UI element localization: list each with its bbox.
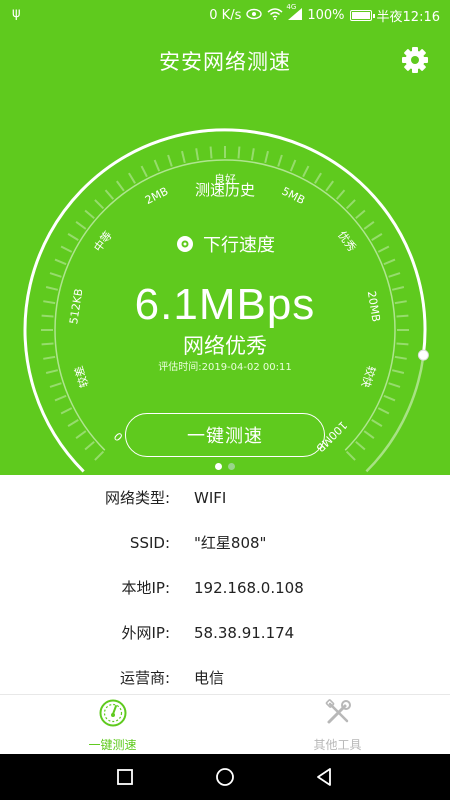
tools-icon xyxy=(323,698,353,732)
gauge-tick xyxy=(75,220,87,230)
back-icon[interactable] xyxy=(313,765,337,789)
gauge-tick xyxy=(209,146,213,159)
info-row-public-ip: 外网IP: 58.38.91.174 xyxy=(0,610,450,655)
info-key: 外网IP: xyxy=(121,624,170,642)
page-dot-1[interactable] xyxy=(215,463,222,470)
gauge-tick xyxy=(54,394,67,402)
gauge-tick xyxy=(345,450,356,461)
gauge-tick xyxy=(355,440,366,451)
tab-other-tools[interactable]: 其他工具 xyxy=(225,695,450,755)
info-key: 网络类型: xyxy=(104,489,170,507)
gauge-tick xyxy=(388,382,401,388)
download-speed-label-row: 下行速度 xyxy=(0,231,450,257)
gauge-tick xyxy=(94,199,105,210)
system-nav-bar xyxy=(0,754,450,800)
gauge-tick xyxy=(377,407,390,415)
gauge-tick xyxy=(302,165,310,178)
info-value: 58.38.91.174 xyxy=(194,623,295,642)
gauge-tick xyxy=(153,159,161,172)
gauge-tick xyxy=(75,430,87,440)
gauge-tick xyxy=(84,209,95,220)
info-value: "红星808" xyxy=(194,534,267,552)
gauge-tick xyxy=(371,419,383,427)
info-key: 本地IP: xyxy=(121,579,170,597)
evaluation-time: 评估时间:2019-04-02 00:11 xyxy=(158,362,292,373)
gauge-tick xyxy=(195,148,200,161)
home-icon[interactable] xyxy=(213,765,237,789)
page-indicator xyxy=(0,463,450,470)
info-row-ssid: SSID: "红星808" xyxy=(0,520,450,565)
gauge-tick xyxy=(363,430,375,440)
bottom-tab-bar: 一键测速 其他工具 xyxy=(0,694,450,754)
download-speed-label: 下行速度 xyxy=(203,235,275,256)
gauge-tick xyxy=(363,220,375,230)
speed-value: 6.1MBps xyxy=(134,280,316,329)
gauge-tick xyxy=(388,272,401,278)
gauge-tick xyxy=(383,394,396,402)
gauge-tick xyxy=(277,154,283,167)
info-value: 电信 xyxy=(194,669,225,687)
gauge-tick xyxy=(355,209,366,220)
info-row-network-type: 网络类型: WIFI xyxy=(0,475,450,520)
download-icon xyxy=(175,234,195,254)
tab-speed-test[interactable]: 一键测速 xyxy=(0,695,225,755)
gauge-tick xyxy=(237,146,241,159)
gauge-tick xyxy=(181,150,186,164)
gauge-tick xyxy=(289,159,297,172)
network-quality: 网络优秀 xyxy=(183,334,267,358)
gauge-tick xyxy=(167,154,173,167)
gauge-tick xyxy=(383,258,396,266)
start-test-button[interactable]: 一键测速 xyxy=(125,413,325,457)
gauge-tick xyxy=(49,382,62,388)
info-key: 运营商: xyxy=(119,669,170,687)
gauge-tick xyxy=(94,450,105,461)
gauge-tick xyxy=(60,407,73,415)
page-dot-2[interactable] xyxy=(228,463,235,470)
info-value: WIFI xyxy=(194,488,227,507)
tab-label: 其他工具 xyxy=(313,737,362,752)
tab-label: 一键测速 xyxy=(88,737,137,752)
info-row-local-ip: 本地IP: 192.168.0.108 xyxy=(0,565,450,610)
speedometer-icon xyxy=(98,698,128,732)
gauge-tick xyxy=(140,165,148,178)
gauge-tick xyxy=(264,150,269,164)
gauge-tick xyxy=(345,199,356,210)
gauge-tick xyxy=(84,440,95,451)
info-value: 192.168.0.108 xyxy=(194,578,304,597)
gauge-scale-label: 0 xyxy=(111,429,125,443)
gauge-tick xyxy=(67,419,79,427)
info-key: SSID: xyxy=(129,533,170,552)
gauge-tick xyxy=(54,258,67,266)
gauge-tick xyxy=(49,272,62,278)
history-link[interactable]: 测速历史 xyxy=(0,179,450,200)
recent-apps-icon[interactable] xyxy=(113,765,137,789)
gauge-tick xyxy=(250,148,255,161)
